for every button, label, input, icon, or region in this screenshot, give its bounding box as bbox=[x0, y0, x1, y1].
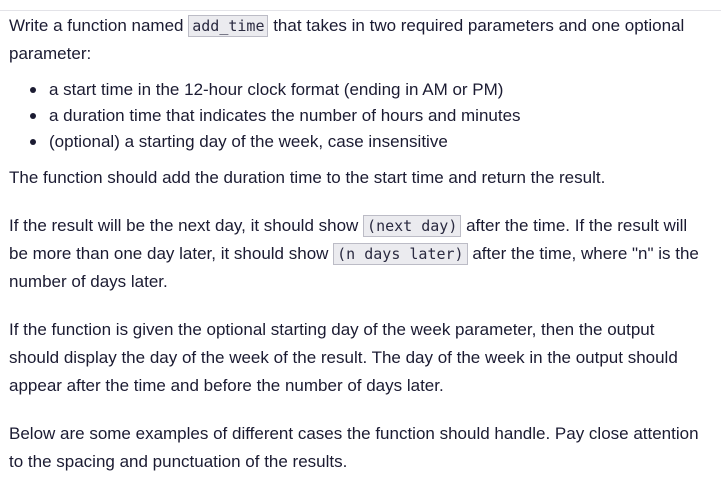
function-name-code: add_time bbox=[188, 15, 269, 37]
examples-paragraph: Below are some examples of different cas… bbox=[9, 424, 699, 471]
instructions-content: Write a function named add_time that tak… bbox=[9, 12, 709, 476]
next-day-code: (next day) bbox=[363, 215, 462, 237]
next-day-text-1: If the result will be the next day, it s… bbox=[9, 216, 364, 235]
intro-paragraph: Write a function named add_time that tak… bbox=[9, 12, 709, 68]
n-days-later-code: (n days later) bbox=[333, 243, 468, 265]
top-divider bbox=[0, 10, 721, 11]
add-duration-paragraph: The function should add the duration tim… bbox=[9, 168, 606, 187]
list-item: a duration time that indicates the numbe… bbox=[30, 103, 709, 129]
list-item: a start time in the 12-hour clock format… bbox=[30, 77, 709, 103]
optional-day-paragraph: If the function is given the optional st… bbox=[9, 320, 678, 395]
next-day-paragraph: If the result will be the next day, it s… bbox=[9, 212, 709, 296]
intro-text-before: Write a function named bbox=[9, 16, 189, 35]
parameter-list: a start time in the 12-hour clock format… bbox=[9, 77, 709, 155]
list-item: (optional) a starting day of the week, c… bbox=[30, 129, 709, 155]
